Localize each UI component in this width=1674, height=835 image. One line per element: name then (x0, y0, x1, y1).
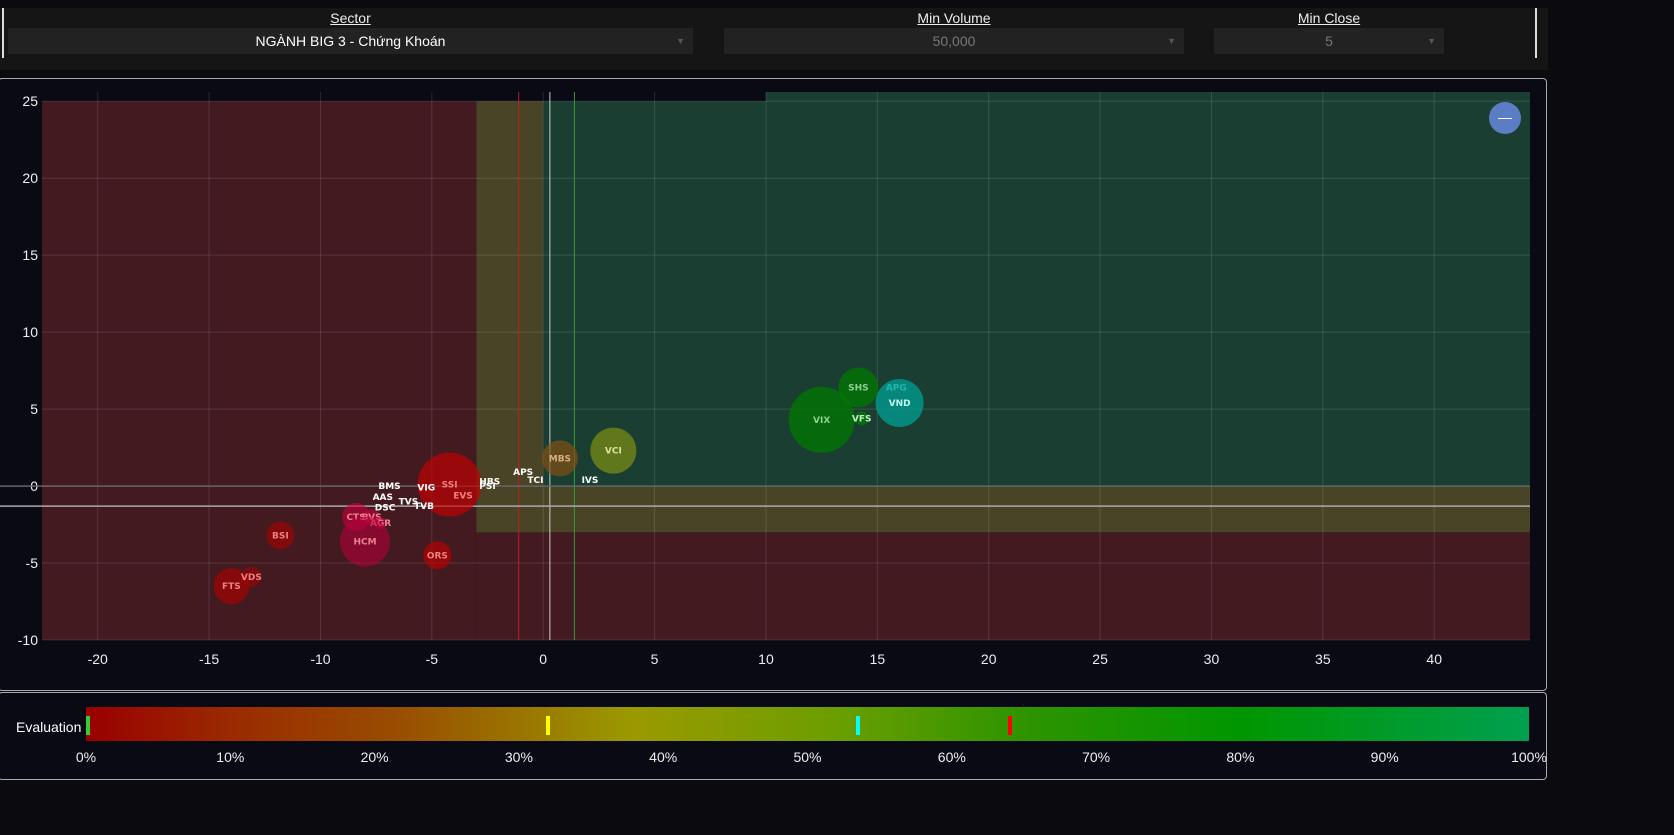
bubble-psi[interactable]: PSI (479, 482, 495, 492)
evaluation-marker (86, 716, 90, 735)
bubble-label: VDS (241, 573, 262, 583)
x-tick-label: 35 (1315, 651, 1331, 667)
bubble-label: MBS (549, 454, 571, 464)
evaluation-marker (1007, 716, 1012, 735)
x-tick-label: 5 (651, 651, 659, 667)
bubble-ors[interactable]: ORS (423, 541, 452, 570)
x-tick-label: 20 (981, 651, 997, 667)
bubble-label: SHS (848, 384, 869, 394)
x-tick-label: 30 (1204, 651, 1220, 667)
bubble-evs[interactable]: EVS (453, 491, 473, 501)
x-tick-label: -20 (88, 651, 108, 667)
region-neutral-h (476, 486, 1531, 533)
bubble-mbs[interactable]: MBS (541, 440, 578, 477)
evaluation-tick-label: 10% (216, 749, 245, 765)
evaluation-tick-label: 70% (1082, 749, 1111, 765)
bubble-vnd[interactable]: VND (875, 378, 924, 427)
x-tick-label: 25 (1092, 651, 1108, 667)
bubble-bms[interactable]: BMS (378, 482, 400, 492)
bubble-label: BSI (272, 531, 289, 541)
bubble-label: AAS (373, 493, 393, 503)
x-tick-label: 15 (870, 651, 886, 667)
y-tick-label: -10 (18, 632, 38, 648)
scatter-chart: -20 -15 -10 -5 0 5 10 15 20 25 30 35 40-10-505101520… (0, 92, 1531, 667)
region-weak-low (476, 532, 1531, 640)
bubble-vig[interactable]: VIG (417, 484, 435, 494)
region-strong-top (765, 92, 1530, 487)
evaluation-marker (545, 716, 550, 735)
bubble-label: VFS (852, 414, 872, 424)
evaluation-tick-label: 20% (360, 749, 389, 765)
x-tick-label: 0 (539, 651, 547, 667)
x-tick-label: -10 (310, 651, 330, 667)
minus-icon: — (1498, 109, 1512, 125)
x-tick-label: -5 (426, 651, 439, 667)
bubble-hcm[interactable]: HCM (339, 516, 390, 567)
y-tick-label: 15 (22, 247, 38, 263)
bubble-tvb[interactable]: TVB (414, 502, 434, 512)
evaluation-marker (856, 716, 860, 735)
evaluation-tick-label: 40% (649, 749, 678, 765)
evaluation-tick-label: 90% (1370, 749, 1399, 765)
bubble-label: SSI (442, 481, 458, 491)
bubble-label: VND (889, 399, 911, 409)
y-tick-label: 25 (22, 93, 38, 109)
bubble-shs[interactable]: SHS (838, 367, 879, 408)
evaluation-tick-label: 0% (75, 749, 97, 765)
y-tick-label: 10 (22, 324, 38, 340)
bubble-label: BMS (378, 482, 400, 492)
evaluation-tick-label: 80% (1226, 749, 1255, 765)
bubble-label: ORS (427, 551, 448, 561)
bubble-label: IVS (582, 476, 599, 486)
bubble-label: FTS (222, 582, 241, 592)
bubble-vfs[interactable]: VFS (852, 411, 872, 426)
bubble-label: VIX (813, 416, 830, 426)
y-tick-label: -5 (26, 555, 39, 571)
x-tick-label: 40 (1426, 651, 1442, 667)
evaluation-label: Evaluation (16, 719, 82, 735)
bubble-vci[interactable]: VCI (590, 427, 637, 474)
bubble-ivs[interactable]: IVS (582, 476, 599, 486)
bubble-label: VIG (417, 484, 435, 494)
evaluation-tick-label: 60% (937, 749, 966, 765)
y-tick-label: 20 (22, 170, 38, 186)
evaluation-tick-label: 50% (793, 749, 822, 765)
bubble-label: TCI (527, 476, 543, 486)
y-tick-label: 5 (30, 401, 38, 417)
collapse-button[interactable]: — (1489, 102, 1521, 134)
bubble-tci[interactable]: TCI (527, 476, 543, 486)
evaluation-tick-label: 100% (1511, 749, 1547, 765)
bubble-label: PSI (479, 482, 495, 492)
bubble-label: HCM (353, 537, 376, 547)
bubble-bsi[interactable]: BSI (266, 521, 295, 550)
evaluation-gradient-bar (86, 707, 1529, 741)
bubble-label: TVB (414, 502, 434, 512)
region-weak (42, 101, 477, 640)
bubble-label: EVS (453, 491, 473, 501)
x-tick-label: 10 (758, 651, 774, 667)
evaluation-tick-label: 30% (504, 749, 533, 765)
bubble-aas[interactable]: AAS (373, 493, 393, 503)
x-tick-label: -15 (199, 651, 219, 667)
bubble-label: VCI (605, 447, 622, 457)
